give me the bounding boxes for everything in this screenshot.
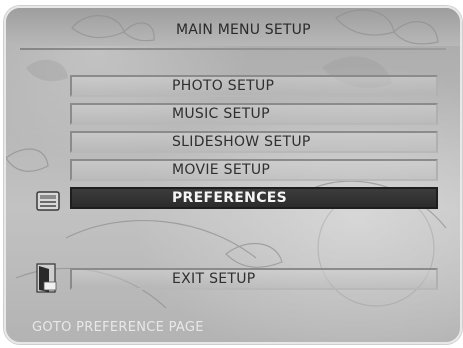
menu-item-preferences[interactable]: PREFERENCES	[70, 187, 438, 209]
status-hint: GOTO PREFERENCE PAGE	[32, 320, 204, 335]
exit-door-icon	[36, 263, 57, 293]
menu-item-exit-setup[interactable]: EXIT SETUP	[70, 268, 438, 290]
preferences-icon	[36, 191, 60, 211]
menu-item-music-setup[interactable]: MUSIC SETUP	[70, 103, 438, 125]
menu-item-slideshow-setup[interactable]: SLIDESHOW SETUP	[70, 131, 438, 153]
tv-screen: MAIN MENU SETUP PHOTO SETUP MUSIC SETUP …	[4, 6, 462, 344]
header-divider	[20, 48, 446, 50]
menu-item-photo-setup[interactable]: PHOTO SETUP	[70, 75, 438, 97]
page-title: MAIN MENU SETUP	[176, 22, 311, 38]
menu-item-movie-setup[interactable]: MOVIE SETUP	[70, 159, 438, 181]
